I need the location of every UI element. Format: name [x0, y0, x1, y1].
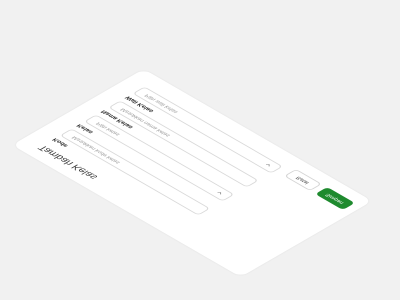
chevron-down-icon — [217, 192, 222, 195]
chevron-down-icon — [265, 164, 270, 167]
save-button[interactable]: Simpan — [315, 187, 355, 210]
add-class-dialog: Tambah Kelas Kode Masukkan kode kelas Ke… — [12, 69, 373, 277]
stage: Tambah Kelas Kode Masukkan kode kelas Ke… — [0, 0, 400, 300]
cancel-button[interactable]: Batal — [283, 169, 323, 191]
kelas-placeholder: Pilih kelas — [95, 121, 122, 137]
